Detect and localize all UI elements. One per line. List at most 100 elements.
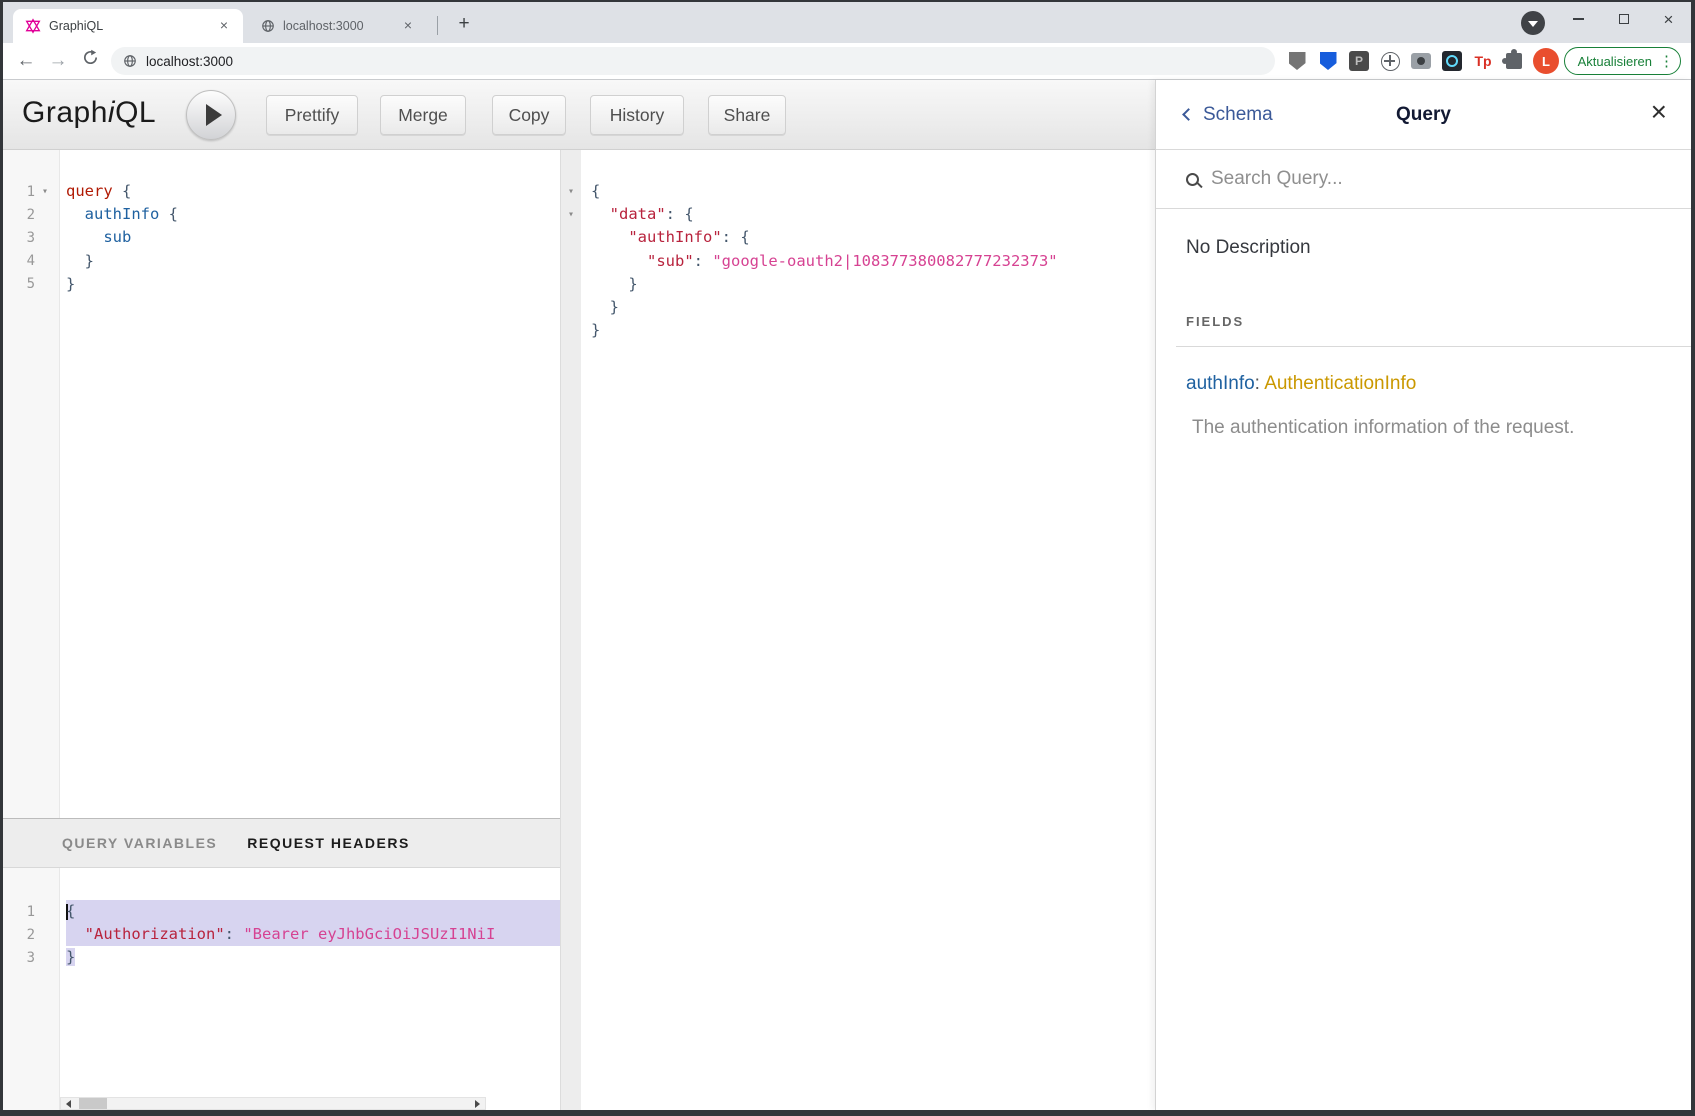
secondary-editor-tabs: QUERY VARIABLES REQUEST HEADERS — [3, 818, 560, 868]
code-token: } — [591, 298, 619, 316]
bitwarden-extension-icon[interactable] — [1316, 49, 1340, 73]
result-code: { "data": { "authInfo": { "sub": "google… — [581, 150, 1155, 1110]
code-token — [591, 228, 628, 246]
forward-button[interactable]: → — [43, 46, 73, 76]
fold-toggle-icon[interactable]: ▾ — [35, 186, 55, 197]
horizontal-scrollbar[interactable] — [60, 1097, 486, 1110]
prettify-button[interactable]: Prettify — [266, 95, 358, 135]
execute-button[interactable] — [186, 90, 236, 140]
gutter-row — [561, 226, 581, 249]
minimize-icon — [1573, 18, 1584, 20]
ublock-extension-icon[interactable] — [1285, 49, 1309, 73]
line-number: 3 — [3, 950, 35, 966]
code-token: { — [591, 182, 600, 200]
play-icon — [206, 104, 222, 126]
code-line: "data": { — [591, 203, 1155, 226]
query-editor[interactable]: 1▾2345 query { authInfo { sub }} — [3, 150, 560, 818]
doc-close-button[interactable]: × — [1651, 98, 1667, 126]
react-devtools-extension-icon[interactable] — [1440, 49, 1464, 73]
code-line: } — [591, 296, 1155, 319]
copy-button[interactable]: Copy — [492, 95, 566, 135]
doc-search-input[interactable] — [1211, 168, 1631, 190]
field-description: The authentication information of the re… — [1192, 417, 1691, 439]
field-row: authInfo: AuthenticationInfo — [1186, 373, 1691, 395]
query-editor-gutter: 1▾2345 — [3, 150, 60, 818]
back-button[interactable]: ← — [11, 46, 41, 76]
extensions-puzzle-icon[interactable] — [1502, 49, 1526, 73]
tp-extension-icon[interactable]: Tp — [1471, 49, 1495, 73]
p-extension-icon[interactable]: P — [1347, 49, 1371, 73]
camera-extension-icon[interactable] — [1409, 49, 1433, 73]
doc-explorer: Schema Query × No Description FIELDS aut… — [1155, 80, 1691, 1110]
headers-editor-gutter: 123 — [3, 868, 60, 1110]
tab-query-variables[interactable]: QUERY VARIABLES — [62, 835, 217, 851]
doc-title: Query — [1156, 104, 1691, 126]
scroll-left-button[interactable] — [61, 1098, 76, 1109]
tab-localhost[interactable]: localhost:3000 × — [249, 9, 427, 43]
arrow-right-icon — [475, 1100, 480, 1108]
minimize-button[interactable] — [1556, 2, 1601, 36]
browser-window: GraphiQL × localhost:3000 × + × ← → — [3, 2, 1691, 1110]
profile-avatar[interactable]: L — [1533, 48, 1559, 74]
code-token — [591, 252, 647, 270]
maximize-button[interactable] — [1601, 2, 1646, 36]
extensions-row: P Tp L — [1285, 43, 1559, 79]
close-window-button[interactable]: × — [1646, 2, 1691, 36]
code-token: } — [591, 275, 638, 293]
result-pane[interactable]: ▾ ▾ { "data": { "authInfo": { "sub": "goo… — [561, 150, 1155, 1110]
code-line: { — [591, 180, 1155, 203]
share-button[interactable]: Share — [708, 95, 786, 135]
tab-close-icon[interactable]: × — [399, 17, 417, 35]
url-bar[interactable]: localhost:3000 — [111, 47, 1275, 75]
gutter-row — [561, 250, 581, 273]
tab-graphiql[interactable]: GraphiQL × — [13, 9, 243, 43]
maximize-icon — [1619, 14, 1629, 24]
selected-text: } — [66, 948, 75, 966]
gutter-row: 3 — [3, 226, 59, 249]
gutter-row: 4 — [3, 250, 59, 273]
reload-button[interactable] — [75, 46, 105, 76]
field-name-link[interactable]: authInfo — [1186, 373, 1255, 394]
fold-toggle-icon[interactable]: ▾ — [561, 209, 581, 220]
tab-strip: GraphiQL × localhost:3000 × + × — [3, 2, 1691, 43]
graphql-logo-icon — [25, 18, 41, 34]
gutter-row: 2 — [3, 923, 59, 946]
field-type-link[interactable]: AuthenticationInfo — [1264, 373, 1416, 394]
shield-icon — [1320, 52, 1337, 70]
gutter-row: 1▾ — [3, 180, 59, 203]
code-token: "data" — [610, 205, 666, 223]
react-atom-icon — [1442, 51, 1462, 71]
line-number: 2 — [3, 207, 35, 223]
gutter-row — [561, 273, 581, 296]
code-token: } — [591, 321, 600, 339]
kebab-menu-icon[interactable]: ⋮ — [1659, 52, 1674, 70]
scrollbar-thumb[interactable] — [79, 1098, 107, 1109]
globe-icon — [123, 54, 137, 68]
tab-title: localhost:3000 — [283, 19, 399, 33]
line-number: 5 — [3, 276, 35, 292]
code-token: } — [66, 275, 75, 293]
url-text: localhost:3000 — [146, 54, 233, 69]
tab-search-button[interactable] — [1521, 11, 1545, 35]
line-number: 1 — [3, 184, 35, 200]
code-token — [66, 228, 103, 246]
request-headers-editor[interactable]: 123 { "Authorization": "Bearer eyJhbGciO… — [3, 868, 560, 1110]
graphiql-logo: GraphiQL — [22, 96, 156, 130]
code-token: "authInfo" — [628, 228, 721, 246]
merge-button[interactable]: Merge — [380, 95, 466, 135]
code-line: } — [66, 946, 560, 969]
chrome-update-button[interactable]: Aktualisieren ⋮ — [1564, 47, 1681, 75]
history-button[interactable]: History — [590, 95, 684, 135]
code-token: "google-oauth2|108377380082777232373" — [712, 252, 1057, 270]
crosshair-icon — [1381, 52, 1400, 71]
window-controls: × — [1556, 2, 1691, 36]
fold-toggle-icon[interactable]: ▾ — [561, 186, 581, 197]
gutter-row: 2 — [3, 203, 59, 226]
scroll-right-button[interactable] — [470, 1098, 485, 1109]
crosshair-extension-icon[interactable] — [1378, 49, 1402, 73]
doc-body: No Description FIELDS authInfo: Authenti… — [1156, 209, 1691, 439]
tab-request-headers[interactable]: REQUEST HEADERS — [247, 835, 410, 851]
code-token: query — [66, 182, 113, 200]
tab-close-icon[interactable]: × — [215, 17, 233, 35]
new-tab-button[interactable]: + — [450, 11, 478, 39]
